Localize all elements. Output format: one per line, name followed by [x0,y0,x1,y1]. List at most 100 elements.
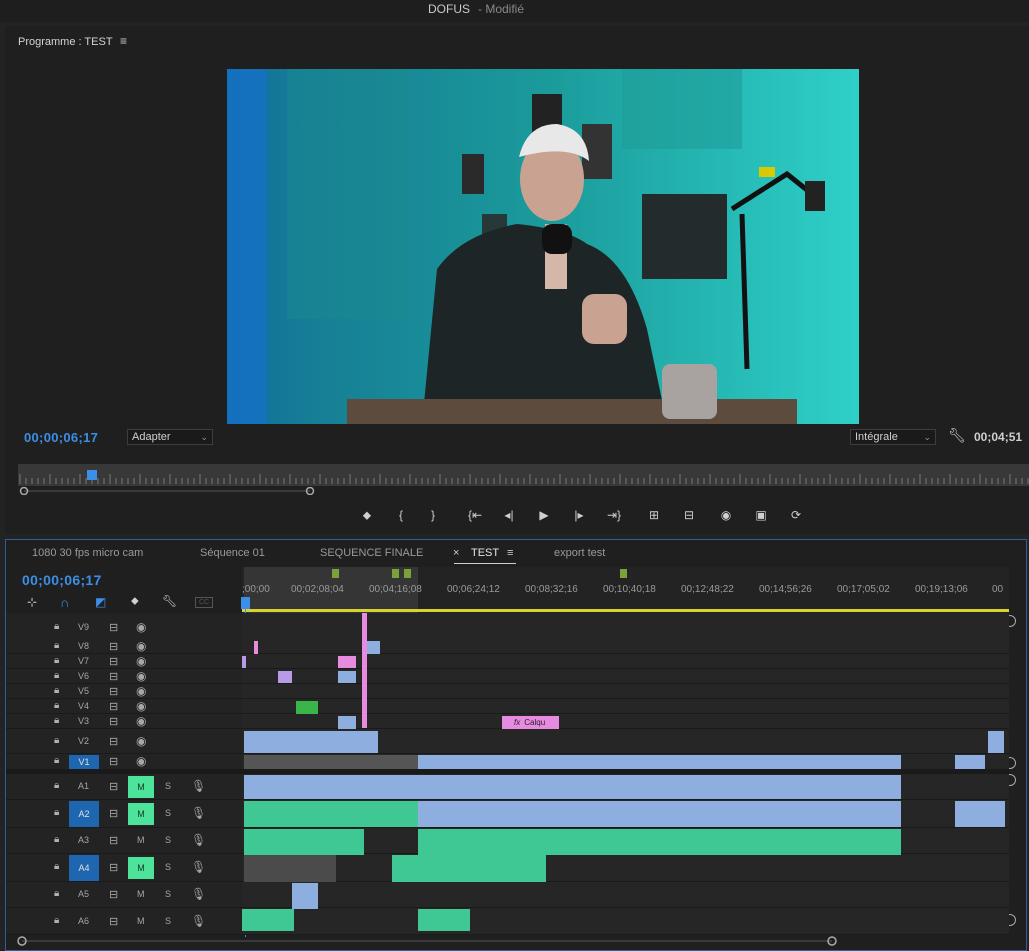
wrench-icon[interactable]: 🔧︎ [948,427,966,444]
title-clip-calqu[interactable]: fx Calqu [502,716,559,729]
mute-button[interactable]: M [128,857,154,879]
go-to-out-icon[interactable]: ⇥} [605,506,623,524]
sync-lock-icon[interactable]: ⊟ [109,655,118,668]
tab-export-test[interactable]: export test [554,547,605,559]
title-clip[interactable] [338,656,356,668]
tab-1080-30-fps-micro-cam[interactable]: 1080 30 fps micro cam [32,547,143,559]
add-marker-icon[interactable]: ⬥ [131,595,139,608]
track-label-a4[interactable]: A4 [69,855,99,881]
extract-icon[interactable]: ⊟ [680,506,698,524]
track-label-v1[interactable]: V1 [69,755,99,769]
eye-icon[interactable]: ◉ [136,734,146,748]
audio-clip[interactable] [418,801,901,827]
step-back-icon[interactable]: ◂| [500,506,518,524]
lock-icon[interactable]: 🔒︎ [54,700,59,711]
sequence-marker[interactable] [392,569,399,578]
sync-lock-icon[interactable]: ⊟ [109,780,118,793]
mute-button[interactable]: M [137,916,145,926]
panel-menu-icon[interactable]: ≡ [120,34,127,48]
microphone-icon[interactable]: 🎙︎ [191,833,206,847]
video-clip[interactable] [244,755,418,769]
marker-icon[interactable]: ⬥ [358,506,376,524]
eye-icon[interactable]: ◉ [136,639,146,653]
eye-icon[interactable]: ◉ [136,654,146,668]
audio-clip[interactable] [242,909,294,931]
tab-test[interactable]: TEST [471,547,499,559]
sync-lock-icon[interactable]: ⊟ [109,621,118,634]
solo-button[interactable]: S [165,889,171,899]
lock-icon[interactable]: 🔒︎ [54,755,59,766]
tab-close-icon[interactable]: × [453,547,459,559]
vr-toggle-icon[interactable]: ⟳ [787,506,805,524]
audio-clip[interactable] [244,775,418,799]
compare-view-icon[interactable]: ▣ [752,506,770,524]
title-clip[interactable] [254,641,258,654]
export-frame-icon[interactable]: ◉ [717,506,735,524]
sync-lock-icon[interactable]: ⊟ [109,755,118,768]
lift-icon[interactable]: ⊞ [645,506,663,524]
lock-icon[interactable]: 🔒︎ [54,735,59,746]
monitor-zoom-bar[interactable] [18,486,1029,496]
video-clip[interactable] [338,671,356,683]
audio-clip[interactable] [244,829,364,855]
eye-icon[interactable]: ◉ [136,684,146,698]
go-to-in-icon[interactable]: {⇤ [466,506,484,524]
track-label-a2[interactable]: A2 [69,801,99,827]
solo-button[interactable]: S [165,916,171,926]
sync-lock-icon[interactable]: ⊟ [109,640,118,653]
mark-out-icon[interactable]: } [424,506,442,524]
microphone-icon[interactable]: 🎙︎ [191,806,206,820]
lock-icon[interactable]: 🔒︎ [54,861,59,872]
timeline-zoom-scrollbar[interactable] [6,935,1028,947]
mute-button[interactable]: M [128,803,154,825]
microphone-icon[interactable]: 🎙︎ [191,860,206,874]
solo-button[interactable]: S [165,781,171,791]
lock-icon[interactable]: 🔒︎ [54,685,59,696]
mute-button[interactable]: M [137,889,145,899]
wrench-icon[interactable]: 🔧︎ [162,594,177,608]
sync-lock-icon[interactable]: ⊟ [109,888,118,901]
monitor-current-timecode[interactable]: 00;00;06;17 [24,430,98,445]
eye-icon[interactable]: ◉ [136,714,146,728]
sync-lock-icon[interactable]: ⊟ [109,700,118,713]
monitor-scrub-bar[interactable] [18,464,1029,486]
play-icon[interactable]: ▶ [535,506,553,524]
sync-lock-icon[interactable]: ⊟ [109,735,118,748]
lock-icon[interactable]: 🔒︎ [54,715,59,726]
solo-button[interactable]: S [165,835,171,845]
sync-lock-icon[interactable]: ⊟ [109,915,118,928]
microphone-icon[interactable]: 🎙︎ [191,887,206,901]
sequence-marker[interactable] [332,569,339,578]
lock-icon[interactable]: 🔒︎ [54,807,59,818]
sync-lock-icon[interactable]: ⊟ [109,834,118,847]
lock-icon[interactable]: 🔒︎ [54,640,59,651]
eye-icon[interactable]: ◉ [136,754,146,768]
title-clip[interactable] [362,613,367,728]
tab-menu-icon[interactable]: ≡ [507,547,513,559]
audio-clip[interactable] [418,775,901,799]
lock-icon[interactable]: 🔒︎ [54,834,59,845]
eye-icon[interactable]: ◉ [136,699,146,713]
audio-clip[interactable] [392,855,546,882]
sync-lock-icon[interactable]: ⊟ [109,670,118,683]
mute-button[interactable]: M [128,776,154,798]
mute-button[interactable]: M [137,835,145,845]
lock-icon[interactable]: 🔒︎ [54,888,59,899]
sync-lock-icon[interactable]: ⊟ [109,715,118,728]
microphone-icon[interactable]: 🎙︎ [191,779,206,793]
lock-icon[interactable]: 🔒︎ [54,655,59,666]
solo-button[interactable]: S [165,862,171,872]
microphone-icon[interactable]: 🎙︎ [191,914,206,928]
eye-icon[interactable]: ◉ [136,669,146,683]
adjustment-clip[interactable] [242,656,246,668]
timeline-current-timecode[interactable]: 00;00;06;17 [22,572,102,588]
sync-lock-icon[interactable]: ⊟ [109,685,118,698]
mark-in-icon[interactable]: { [392,506,410,524]
monitor-playhead[interactable] [86,470,97,480]
video-clip[interactable] [296,701,318,714]
playback-resolution-dropdown[interactable]: Intégrale ⌄ [850,429,936,445]
video-clip[interactable] [338,716,356,729]
lock-icon[interactable]: 🔒︎ [54,780,59,791]
adjustment-clip[interactable] [278,671,292,683]
audio-clip[interactable] [244,855,336,882]
